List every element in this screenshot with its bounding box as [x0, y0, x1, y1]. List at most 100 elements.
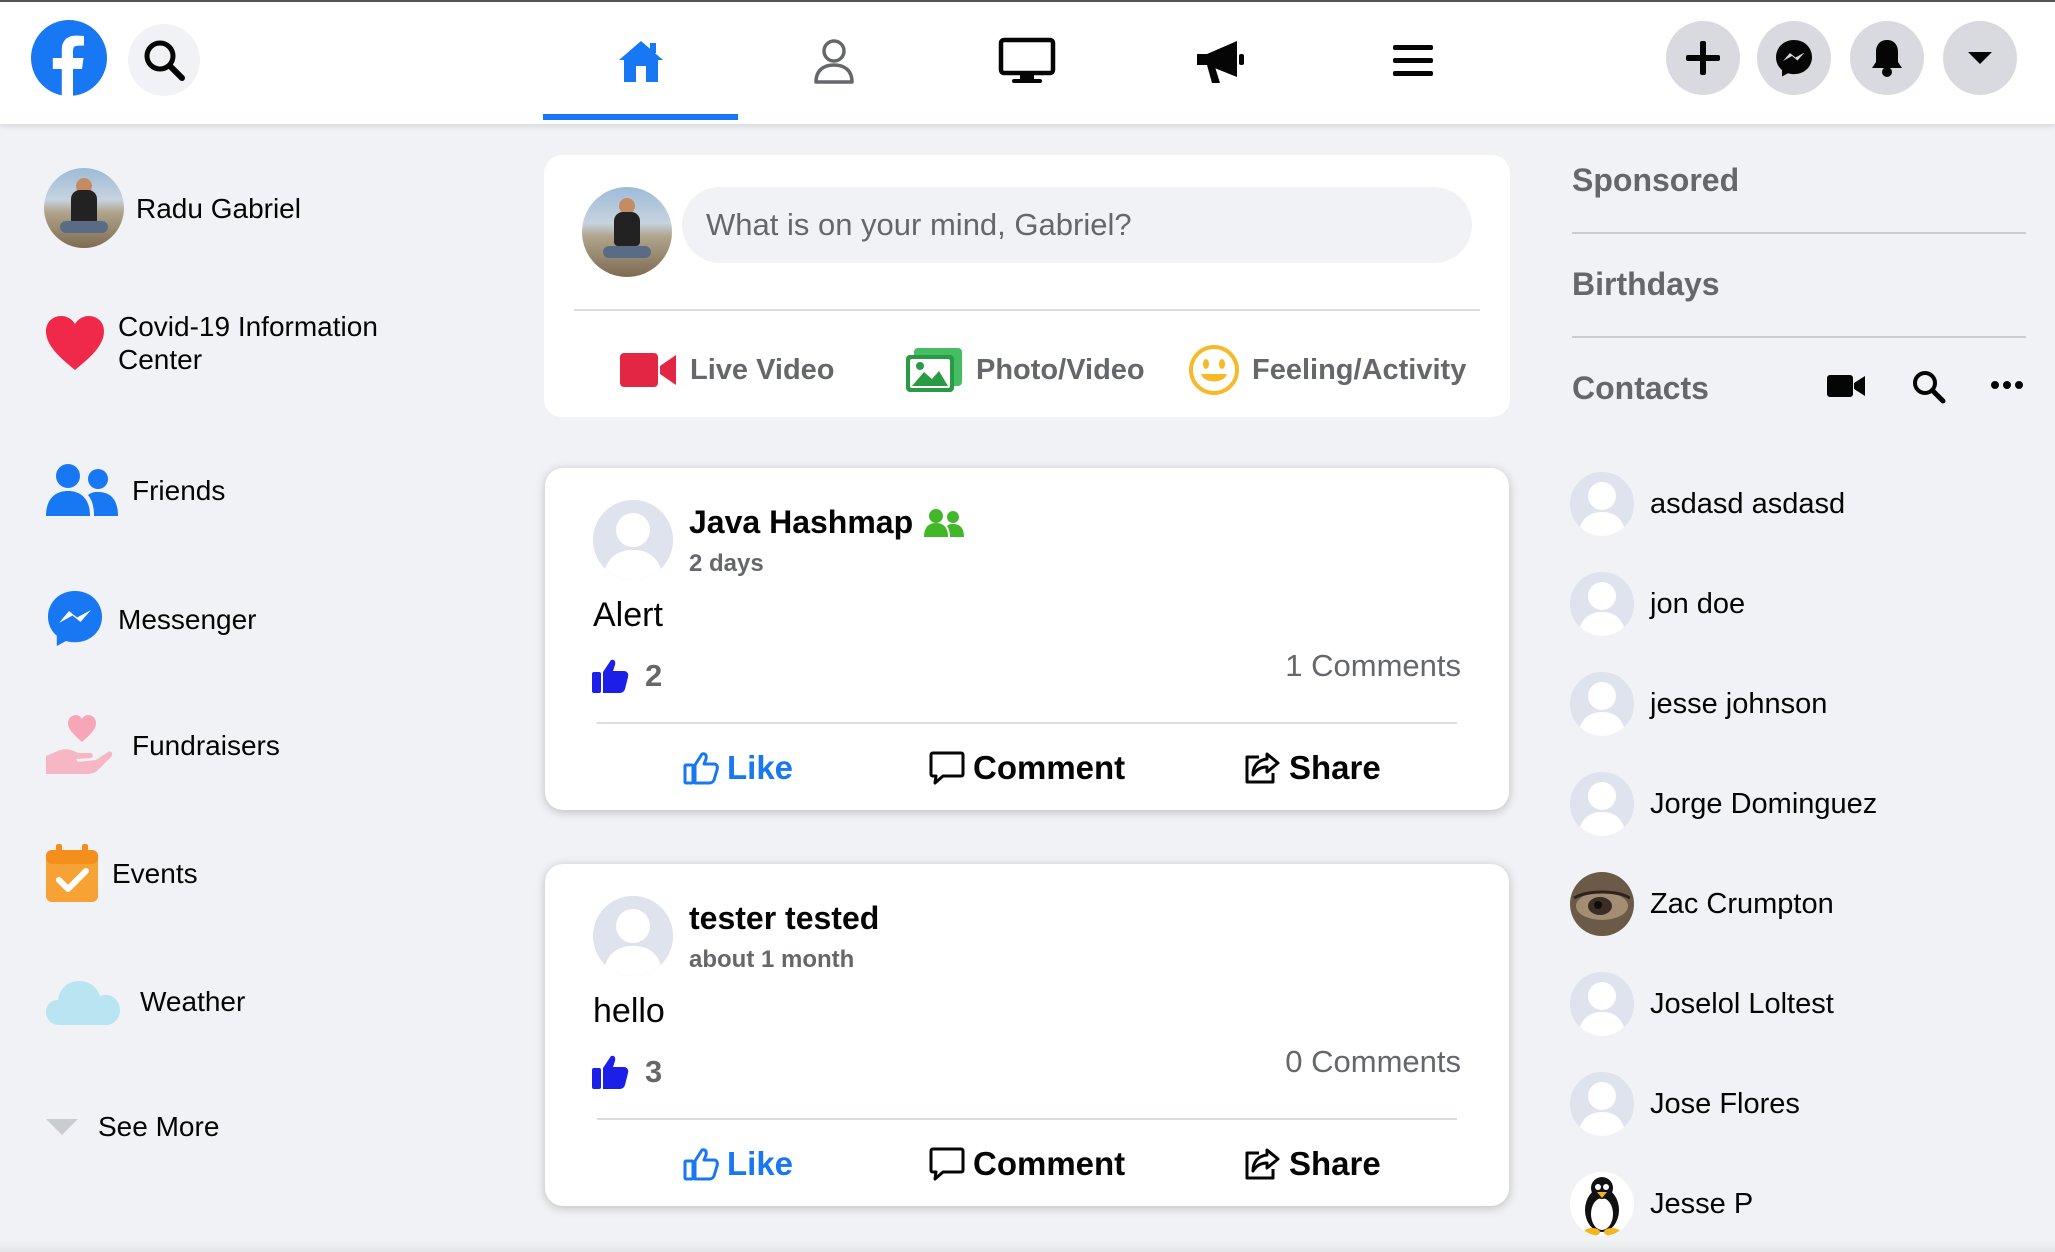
like-count[interactable]: 3 — [591, 1054, 662, 1090]
search-button[interactable] — [128, 24, 200, 96]
photo-icon — [904, 346, 964, 394]
sponsored-heading: Sponsored — [1572, 162, 1740, 198]
sidebar-item-weather[interactable]: Weather — [44, 975, 245, 1027]
comment-button[interactable]: Comment — [929, 738, 1125, 798]
thumbs-up-icon — [591, 658, 629, 694]
cloud-icon — [44, 975, 122, 1027]
contact-item[interactable]: jon doe — [1570, 572, 1745, 636]
share-label: Share — [1289, 1145, 1381, 1182]
contact-item[interactable]: asdasd asdasd — [1570, 472, 1845, 536]
contact-name: jesse johnson — [1650, 687, 1828, 720]
top-navigation-bar — [0, 0, 2055, 124]
avatar — [1570, 572, 1634, 636]
post-text: hello — [593, 992, 665, 1030]
sidebar-item-covid[interactable]: Covid-19 Information Center — [44, 310, 418, 376]
search-contacts-icon[interactable] — [1910, 368, 1946, 404]
birthdays-heading[interactable]: Birthdays — [1572, 266, 1720, 303]
post-author[interactable]: Java Hashmap — [689, 504, 965, 541]
sidebar-item-label: Friends — [132, 474, 226, 506]
tab-profile[interactable] — [736, 2, 931, 120]
sidebar-item-events[interactable]: Events — [44, 842, 198, 904]
comment-icon — [929, 750, 965, 786]
tab-menu[interactable] — [1315, 2, 1510, 120]
smiley-icon — [1188, 344, 1240, 396]
like-button[interactable]: Like — [683, 738, 793, 798]
like-button[interactable]: Like — [683, 1134, 793, 1194]
post-timestamp[interactable]: 2 days — [689, 550, 764, 578]
comment-count[interactable]: 1 Comments — [1285, 648, 1461, 684]
thumbs-up-icon — [591, 1054, 629, 1090]
contact-item[interactable]: Jose Flores — [1570, 1072, 1800, 1136]
avatar — [1570, 972, 1634, 1036]
like-count[interactable]: 2 — [591, 658, 662, 694]
contact-item[interactable]: Zac Crumpton — [1570, 872, 1834, 936]
more-options-icon[interactable] — [1990, 378, 2024, 392]
status-input[interactable] — [682, 187, 1472, 263]
photo-video-label: Photo/Video — [976, 353, 1145, 386]
comment-label: Comment — [973, 1145, 1126, 1182]
contact-name: Jose Flores — [1650, 1087, 1800, 1120]
divider — [1572, 232, 2026, 234]
notifications-button[interactable] — [1850, 21, 1924, 95]
contact-name: Zac Crumpton — [1650, 887, 1834, 920]
author-name: tester tested — [689, 900, 880, 936]
avatar[interactable] — [593, 896, 673, 976]
live-video-button[interactable]: Live Video — [618, 335, 835, 405]
photo-video-button[interactable]: Photo/Video — [904, 335, 1145, 405]
friends-audience-icon — [923, 508, 965, 538]
share-button[interactable]: Share — [1243, 738, 1381, 798]
contact-item[interactable]: Joselol Loltest — [1570, 972, 1834, 1036]
comment-icon — [929, 1146, 965, 1182]
contact-name: Jesse P — [1650, 1187, 1754, 1220]
facebook-logo-icon[interactable] — [30, 19, 108, 97]
video-camera-icon — [618, 350, 678, 390]
sidebar-item-profile[interactable]: Radu Gabriel — [44, 168, 301, 248]
avatar — [1570, 472, 1634, 536]
fundraiser-icon — [44, 712, 114, 778]
post-timestamp[interactable]: about 1 month — [689, 946, 854, 974]
messenger-button[interactable] — [1757, 21, 1831, 95]
comment-button[interactable]: Comment — [929, 1134, 1125, 1194]
tab-home[interactable] — [543, 2, 738, 120]
sidebar-item-label: Covid-19 Information Center — [118, 311, 378, 375]
share-button[interactable]: Share — [1243, 1134, 1381, 1194]
video-call-icon[interactable] — [1826, 372, 1866, 400]
tab-ads[interactable] — [1122, 2, 1317, 120]
comment-count[interactable]: 0 Comments — [1285, 1044, 1461, 1080]
hamburger-menu-icon — [1391, 42, 1435, 80]
share-icon — [1243, 1147, 1281, 1181]
penguin-avatar-icon — [1570, 1172, 1634, 1236]
see-more-button[interactable]: See More — [44, 1110, 219, 1143]
comment-label: Comment — [973, 749, 1126, 786]
contact-item[interactable]: Jesse P — [1570, 1172, 1753, 1236]
feeling-activity-button[interactable]: Feeling/Activity — [1188, 335, 1466, 405]
avatar — [1570, 1072, 1634, 1136]
messenger-icon — [1773, 37, 1815, 79]
post-card: tester tested about 1 month hello 3 0 Co… — [545, 864, 1509, 1206]
post-author[interactable]: tester tested — [689, 900, 879, 937]
sidebar-item-friends[interactable]: Friends — [44, 462, 225, 518]
tab-watch[interactable] — [929, 2, 1124, 120]
sidebar-item-label: Events — [112, 857, 198, 889]
contact-item[interactable]: jesse johnson — [1570, 672, 1827, 736]
see-more-label: See More — [98, 1111, 220, 1142]
search-icon — [140, 36, 188, 84]
contact-name: jon doe — [1650, 587, 1746, 620]
sidebar-item-label: Fundraisers — [132, 729, 280, 761]
sidebar-item-fundraisers[interactable]: Fundraisers — [44, 712, 280, 778]
contacts-heading: Contacts — [1572, 370, 1709, 406]
create-button[interactable] — [1666, 21, 1740, 95]
contact-item[interactable]: Jorge Dominguez — [1570, 772, 1877, 836]
heart-icon — [44, 314, 106, 372]
like-label: Like — [727, 749, 794, 786]
avatar[interactable] — [593, 500, 673, 580]
divider — [1572, 336, 2026, 338]
account-menu-button[interactable] — [1943, 21, 2017, 95]
sidebar-item-messenger[interactable]: Messenger — [44, 588, 257, 650]
home-icon — [616, 38, 666, 84]
post-card: Java Hashmap 2 days Alert 2 1 Comments L… — [545, 468, 1509, 810]
calendar-icon — [44, 842, 100, 904]
post-text: Alert — [593, 596, 663, 634]
like-label: Like — [727, 1145, 794, 1182]
contact-name: Joselol Loltest — [1650, 987, 1834, 1020]
